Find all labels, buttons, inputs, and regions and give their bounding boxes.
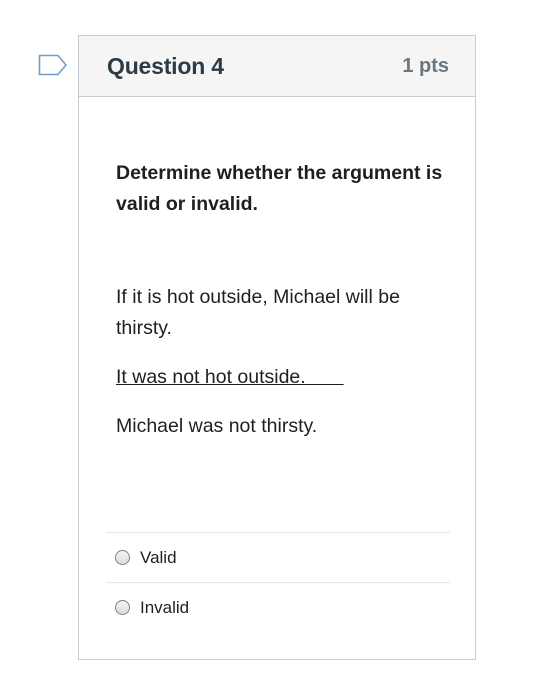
question-points: 1 pts [402,54,449,77]
bookmark-flag-icon[interactable] [38,54,68,76]
question-body: Determine whether the argument is valid … [116,158,456,460]
answer-option-invalid[interactable]: Invalid [106,582,450,632]
argument-premises: If it is hot outside, Michael will be th… [116,282,456,442]
answer-options: Valid Invalid [106,532,450,632]
question-title: Question 4 [107,52,224,79]
premise-2: It was not hot outside. [116,366,344,388]
question-prompt: Determine whether the argument is valid … [116,162,443,215]
question-card: Question 4 1 pts Determine whether the a… [78,35,476,660]
answer-label: Invalid [140,597,190,617]
radio-button[interactable] [115,600,130,615]
conclusion: Michael was not thirsty. [116,415,318,437]
answer-label: Valid [140,547,177,567]
question-header: Question 4 1 pts [79,36,475,97]
radio-button[interactable] [115,550,130,565]
answer-option-valid[interactable]: Valid [106,532,450,582]
premise-1: If it is hot outside, Michael will be th… [116,286,400,339]
